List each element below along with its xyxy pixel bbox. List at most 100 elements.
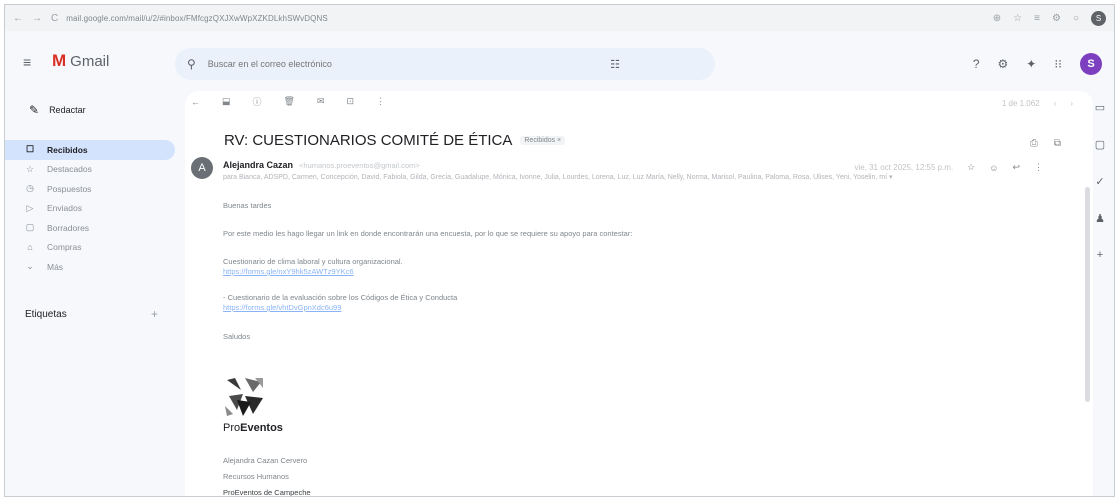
message-date: vie, 31 oct 2025, 12:55 p.m. (854, 163, 954, 172)
pagination: 1 de 1.062 ‹ › (1002, 99, 1073, 108)
search-input[interactable] (207, 59, 588, 69)
compose-button[interactable]: ✎ Redactar (19, 93, 115, 127)
sidebar-item-drafts[interactable]: ▢ Borradores (5, 218, 185, 238)
mark-unread-icon[interactable]: ✉ (317, 96, 325, 107)
star-message-icon[interactable]: ☆ (967, 162, 975, 173)
add-label-icon[interactable]: + (151, 307, 158, 321)
search-bar: ⚲ ☷ (175, 48, 715, 80)
gmail-header: ≡ M Gmail ⚲ ☷ ? ⚙ ✦ ⁝⁝ S (5, 33, 1114, 91)
pager-count: 1 de 1.062 (1001, 99, 1040, 108)
address-bar[interactable]: mail.google.com/mail/u/2/#inbox/FMfcgzQX… (66, 14, 328, 23)
menu-icon[interactable]: ≡ (1034, 13, 1040, 24)
shopping-bag-icon: ⌂ (27, 242, 33, 253)
profile-ring-icon[interactable]: ○ (1073, 13, 1079, 24)
open-new-window-icon[interactable]: ⧉ (1054, 138, 1061, 149)
compose-label: Redactar (49, 105, 86, 115)
keep-icon[interactable]: ▢ (1095, 138, 1105, 151)
message-more-icon[interactable]: ⋮ (1034, 162, 1043, 173)
recipients-line[interactable]: para Bianca, ADSPD, Carmen, Concepción, … (223, 173, 1013, 181)
sidebar-item-label: Enviados (47, 203, 82, 214)
main-menu-icon[interactable]: ≡ (23, 54, 31, 70)
draft-icon: ▢ (25, 222, 35, 233)
report-spam-icon[interactable]: ⓘ (253, 95, 262, 108)
delete-icon[interactable]: 🗑 (284, 96, 295, 107)
q2-title: - Cuestionario de la evaluación sobre lo… (223, 293, 458, 302)
chevron-down-icon: ⌄ (26, 261, 34, 272)
clock-icon: ◷ (26, 183, 34, 194)
calendar-icon[interactable]: ▭ (1095, 101, 1105, 114)
reload-icon[interactable]: C (51, 13, 58, 24)
pencil-icon: ✎ (29, 103, 40, 117)
gmail-logo[interactable]: M Gmail (52, 51, 109, 71)
archive-icon[interactable]: ⬓ (222, 96, 231, 107)
emoji-react-icon[interactable]: ☺ (989, 163, 998, 173)
brand-name: ProEventos (223, 422, 283, 434)
help-icon[interactable]: ? (973, 57, 980, 71)
gmail-m-icon: M (52, 51, 66, 70)
greeting: Buenas tardes (223, 201, 272, 210)
side-panel: ▭ ▢ ✓ ♟ + (1086, 91, 1114, 496)
sidebar-item-label: Recibidos (47, 144, 88, 155)
sidebar-item-starred[interactable]: ☆ Destacados (5, 160, 185, 180)
extensions-icon[interactable]: ⚙ (1052, 13, 1061, 24)
prev-page-icon[interactable]: ‹ (1054, 99, 1057, 108)
q2-link[interactable]: https://forms.gle/vhtDvGpnXdc6u99 (223, 303, 341, 312)
q1-title: Cuestionario de clima laboral y cultura … (223, 257, 403, 266)
move-to-icon[interactable]: ⊡ (347, 96, 355, 107)
zoom-icon[interactable]: ⊕ (993, 13, 1001, 24)
message-subject: RV: CUESTIONARIOS COMITÉ DE ÉTICA Recibi… (224, 132, 566, 149)
inbox-icon: ☐ (25, 144, 35, 155)
search-options-icon[interactable]: ☷ (610, 58, 620, 71)
bookmark-star-icon[interactable]: ☆ (1013, 13, 1022, 24)
back-arrow-icon[interactable]: ← (13, 13, 23, 24)
forward-arrow-icon[interactable]: → (32, 13, 42, 24)
message-toolbar: ← ⬓ ⓘ 🗑 ✉ ⊡ ⋮ (191, 95, 385, 108)
sidebar-item-label: Más (47, 261, 64, 272)
browser-tools: ⊕ ☆ ≡ ⚙ ○ S (993, 11, 1106, 26)
sidebar-item-inbox[interactable]: ☐ Recibidos (5, 140, 175, 160)
subject-actions: ⎙ ⧉ (1030, 138, 1061, 149)
inbox-label-chip[interactable]: Recibidos × (520, 136, 566, 145)
browser-profile-avatar[interactable]: S (1091, 11, 1106, 26)
labels-heading: Etiquetas (25, 309, 67, 320)
sidebar-item-purchases[interactable]: ⌂ Compras (5, 238, 185, 258)
proeventos-logo-image (223, 376, 265, 418)
browser-window: ← → C mail.google.com/mail/u/2/#inbox/FM… (4, 4, 1115, 497)
settings-gear-icon[interactable]: ⚙ (998, 57, 1009, 71)
sidebar-item-sent[interactable]: ▷ Enviados (5, 199, 185, 219)
browser-nav: ← → C (13, 13, 58, 24)
signature-company: ProEventos de Campeche (223, 488, 311, 497)
star-icon: ☆ (25, 163, 35, 174)
signature-role: Recursos Humanos (223, 472, 289, 481)
back-to-inbox-icon[interactable]: ← (191, 97, 200, 107)
sender-name[interactable]: Alejandra Cazan (223, 160, 293, 170)
closing: Saludos (223, 332, 251, 341)
q1-link[interactable]: https://forms.gle/nxY9hk5zAWTz9YKc6 (223, 267, 354, 276)
message-meta: vie, 31 oct 2025, 12:55 p.m. ☆ ☺ ↩ ⋮ (854, 162, 1043, 173)
send-icon: ▷ (26, 202, 34, 213)
search-icon[interactable]: ⚲ (187, 57, 196, 71)
more-options-icon[interactable]: ⋮ (376, 96, 385, 107)
apps-grid-icon[interactable]: ⁝⁝ (1054, 57, 1062, 71)
gemini-sparkle-icon[interactable]: ✦ (1026, 57, 1036, 71)
reply-icon[interactable]: ↩ (1012, 162, 1020, 173)
intro-paragraph: Por este medio les hago llegar un link e… (223, 229, 633, 238)
next-page-icon[interactable]: › (1070, 99, 1073, 108)
sidebar-item-more[interactable]: ⌄ Más (5, 257, 185, 277)
sidebar-item-snoozed[interactable]: ◷ Pospuestos (5, 179, 185, 199)
user-avatar[interactable]: S (1080, 53, 1102, 75)
header-actions: ? ⚙ ✦ ⁝⁝ S (973, 53, 1102, 75)
sidebar-nav: ☐ Recibidos ☆ Destacados ◷ Pospuestos ▷ … (5, 140, 185, 277)
sidebar-item-label: Pospuestos (47, 183, 92, 194)
sidebar-item-label: Compras (47, 242, 82, 253)
add-addon-icon[interactable]: + (1097, 249, 1103, 261)
sidebar-item-label: Destacados (47, 164, 92, 175)
print-icon[interactable]: ⎙ (1030, 138, 1038, 149)
sender-email: <humanos.proeventos@gmail.com> (299, 161, 420, 170)
tasks-icon[interactable]: ✓ (1095, 175, 1104, 188)
sender-line: Alejandra Cazan <humanos.proeventos@gmai… (223, 160, 420, 170)
contacts-icon[interactable]: ♟ (1095, 212, 1105, 225)
sidebar-item-label: Borradores (47, 222, 90, 233)
sender-avatar[interactable]: A (191, 157, 213, 179)
browser-toolbar: ← → C mail.google.com/mail/u/2/#inbox/FM… (5, 5, 1114, 31)
